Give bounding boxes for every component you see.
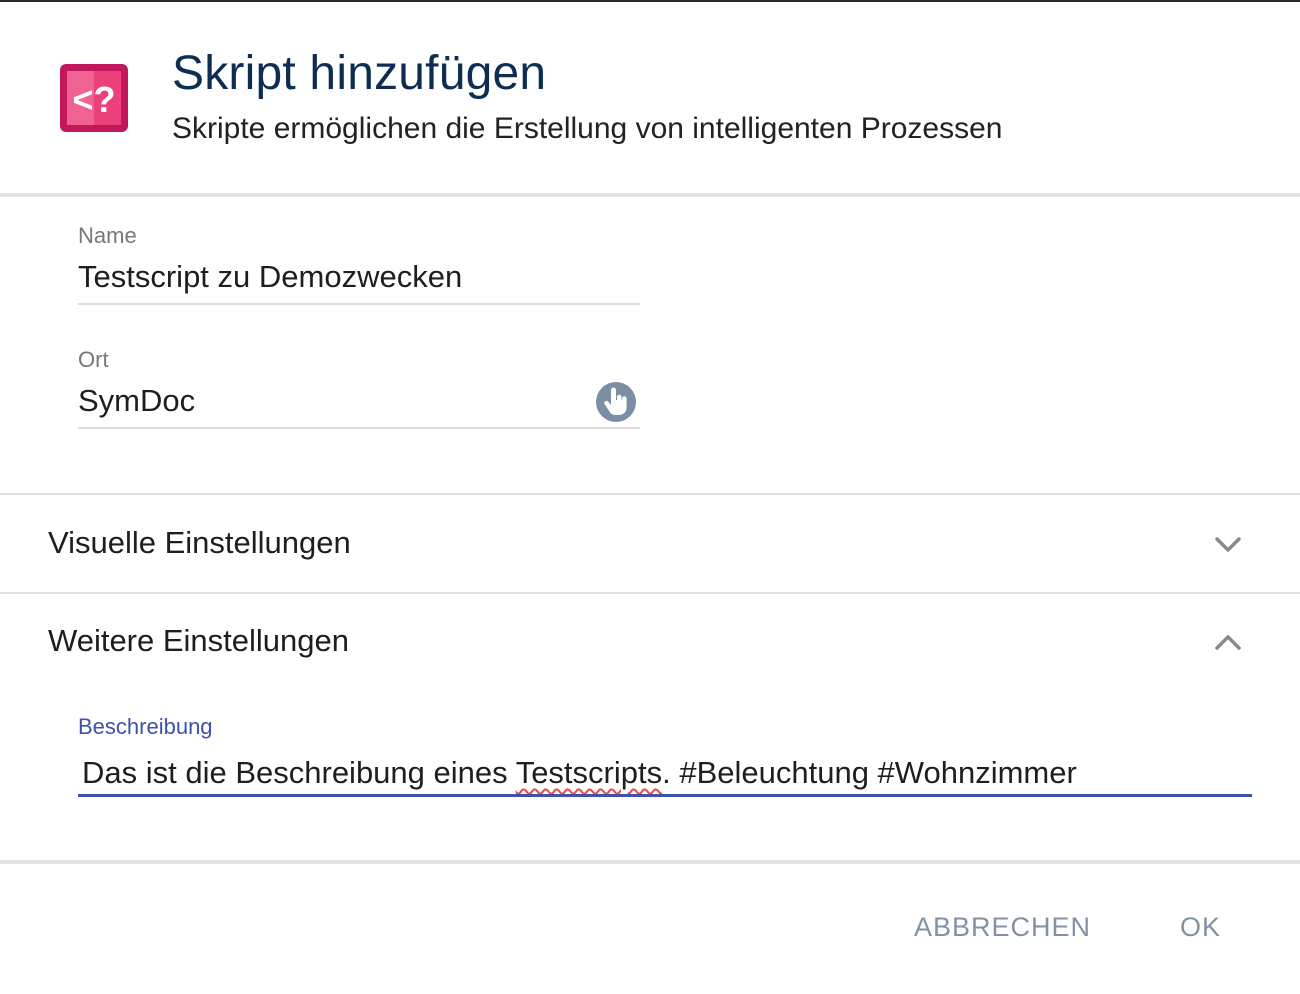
location-underline	[78, 427, 640, 429]
section-divider	[0, 493, 1300, 495]
location-label: Ort	[78, 347, 109, 372]
touch-pointer-icon	[604, 387, 627, 415]
script-code-icon: <?	[60, 64, 128, 132]
dialog-title: Skript hinzufügen	[172, 47, 547, 100]
misspelled-word: Testscripts	[515, 755, 663, 790]
ok-button[interactable]: OK	[1180, 912, 1221, 943]
name-underline	[78, 303, 640, 305]
cancel-button[interactable]: ABBRECHEN	[914, 912, 1091, 943]
description-text-before: Das ist die Beschreibung eines	[82, 755, 516, 790]
description-label: Beschreibung	[78, 714, 213, 739]
dialog-header: <? Skript hinzufügen Skripte ermöglichen…	[0, 2, 1300, 194]
chevron-up-icon[interactable]	[1212, 626, 1244, 658]
location-picker-button[interactable]	[596, 382, 636, 422]
footer-divider	[0, 860, 1300, 864]
header-divider	[0, 193, 1300, 197]
description-text-after: . #Beleuchtung #Wohnzimmer	[662, 755, 1077, 790]
chevron-down-icon[interactable]	[1212, 528, 1244, 560]
location-input[interactable]: SymDoc	[78, 383, 195, 419]
description-input[interactable]: Das ist die Beschreibung eines Testscrip…	[82, 755, 1242, 791]
description-underline-focused	[78, 794, 1252, 797]
svg-text:<?: <?	[72, 79, 115, 120]
section-divider	[0, 592, 1300, 594]
dialog-subtitle: Skripte ermöglichen die Erstellung von i…	[172, 112, 1003, 145]
section-further-settings[interactable]: Weitere Einstellungen	[48, 623, 349, 659]
section-visual-settings[interactable]: Visuelle Einstellungen	[48, 525, 351, 561]
name-label: Name	[78, 223, 137, 248]
name-input[interactable]: Testscript zu Demozwecken	[78, 259, 462, 295]
